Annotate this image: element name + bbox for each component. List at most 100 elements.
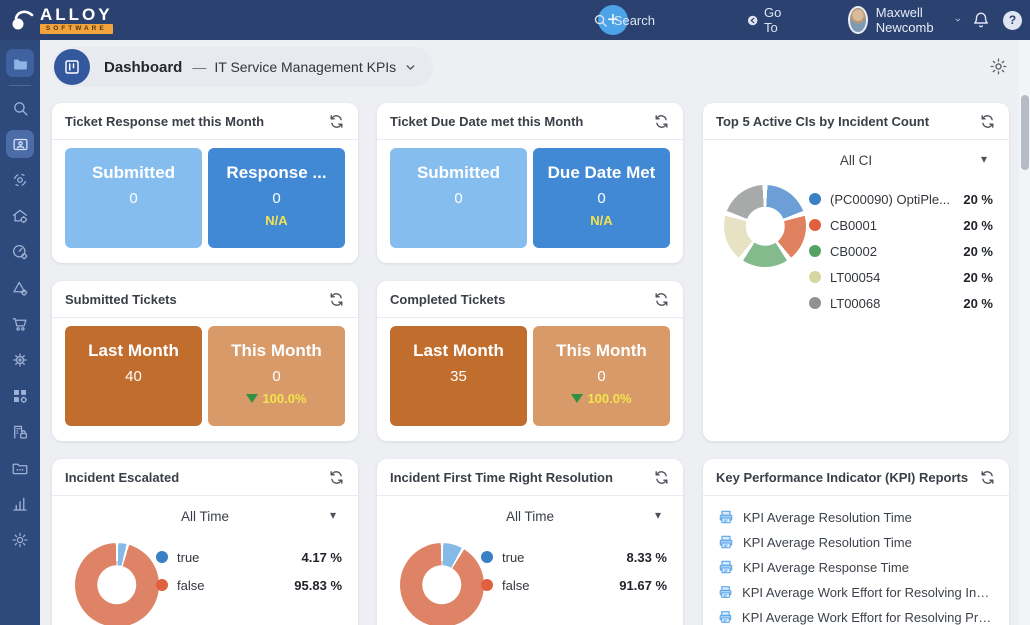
sidebar-item-software-bug[interactable] <box>6 346 34 374</box>
sidebar-item-service-catalog[interactable] <box>6 238 34 266</box>
card-completed-tickets: Completed Tickets Last Month 35 This Mon… <box>377 281 683 441</box>
legend-item: true 4.17 % <box>156 548 342 566</box>
report-icon <box>718 584 733 600</box>
folder-icon <box>12 55 29 72</box>
time-filter-dropdown[interactable]: All Time ▾ <box>377 509 683 524</box>
chevron-down-icon: ▾ <box>981 152 987 166</box>
card-title: Ticket Due Date met this Month <box>390 114 583 129</box>
sidebar-item-documents[interactable] <box>6 49 34 77</box>
card-title: Incident Escalated <box>65 470 179 485</box>
folder-archive-icon <box>11 459 29 477</box>
legend-dot <box>809 271 821 283</box>
report-icon <box>718 559 734 575</box>
sidebar-item-service-desk[interactable] <box>6 130 34 158</box>
refresh-button[interactable] <box>979 113 996 130</box>
building-lock-icon <box>11 423 29 441</box>
bug-icon <box>11 351 29 369</box>
triangle-gear-icon <box>11 279 29 297</box>
legend-dot <box>481 579 493 591</box>
card-title: Top 5 Active CIs by Incident Count <box>716 114 929 129</box>
avatar <box>848 6 868 34</box>
legend-item: LT00054 20 % <box>809 268 993 286</box>
scrollbar-thumb[interactable] <box>1021 95 1029 170</box>
home-gear-icon <box>11 207 29 225</box>
chevron-down-icon: ▾ <box>655 508 661 522</box>
time-filter-dropdown[interactable]: All Time ▾ <box>52 509 358 524</box>
user-menu[interactable]: Maxwell Newcomb <box>848 5 962 35</box>
brand-name: ALLOY <box>40 6 113 23</box>
notifications-button[interactable] <box>972 11 990 29</box>
sidebar-item-asset-management[interactable] <box>6 166 34 194</box>
sidebar-item-search[interactable] <box>6 94 34 122</box>
card-incident-escalated: Incident Escalated All Time ▾ true 4.17 … <box>52 459 358 625</box>
dashboard-selector[interactable]: Dashboard — IT Service Management KPIs <box>52 47 433 87</box>
search-button[interactable]: Search <box>593 13 655 28</box>
card-incident-ftr: Incident First Time Right Resolution All… <box>377 459 683 625</box>
stat-tile-submitted: Submitted 0 <box>390 148 527 248</box>
kpi-report-link[interactable]: KPI Average Work Effort for Resolving Pr… <box>718 608 995 625</box>
search-icon <box>593 13 608 28</box>
dashboard-settings-button[interactable] <box>989 57 1008 76</box>
legend-dot <box>809 219 821 231</box>
sidebar-item-settings[interactable] <box>6 526 34 554</box>
card-top-cis: Top 5 Active CIs by Incident Count All C… <box>703 103 1009 441</box>
chevron-down-icon: ▾ <box>330 508 336 522</box>
card-ticket-response: Ticket Response met this Month Submitted… <box>52 103 358 263</box>
legend-item: (PC00090) OptiPle... 20 % <box>809 190 993 208</box>
stat-tile-submitted: Submitted 0 <box>65 148 202 248</box>
sidebar-item-software-assets[interactable] <box>6 382 34 410</box>
refresh-button[interactable] <box>653 113 670 130</box>
refresh-button[interactable] <box>328 113 345 130</box>
gear-icon <box>989 57 1008 76</box>
kpi-report-link[interactable]: KPI Average Resolution Time <box>718 508 995 526</box>
sidebar-item-reports[interactable] <box>6 490 34 518</box>
top-cis-legend: (PC00090) OptiPle... 20 % CB0001 20 % CB… <box>809 190 993 312</box>
ticket-icon <box>12 136 29 153</box>
refresh-button[interactable] <box>328 291 345 308</box>
brand-sub: SOFTWARE <box>40 24 113 34</box>
kpi-report-link[interactable]: KPI Average Work Effort for Resolving In… <box>718 583 995 601</box>
incident-escalated-donut-chart <box>75 543 159 625</box>
refresh-button[interactable] <box>328 469 345 486</box>
legend-dot <box>156 579 168 591</box>
gear-sync-icon <box>11 171 29 189</box>
decrease-arrow-icon <box>571 394 583 403</box>
incident-ftr-donut-chart <box>400 543 484 625</box>
card-title: Ticket Response met this Month <box>65 114 264 129</box>
topbar: ALLOY SOFTWARE + Search Go To Maxwell Ne… <box>0 0 1030 40</box>
refresh-button[interactable] <box>653 469 670 486</box>
sidebar-item-organization-security[interactable] <box>6 418 34 446</box>
legend-item: false 95.83 % <box>156 576 342 594</box>
title-separator: — <box>192 59 206 75</box>
delta-badge: 100.0% <box>571 391 631 406</box>
kpi-report-link[interactable]: KPI Average Response Time <box>718 558 995 576</box>
kpi-report-link[interactable]: KPI Average Resolution Time <box>718 533 995 551</box>
legend-item: CB0002 20 % <box>809 242 993 260</box>
sidebar-item-infrastructure[interactable] <box>6 202 34 230</box>
ci-filter-dropdown[interactable]: All CI ▾ <box>703 153 1009 168</box>
refresh-button[interactable] <box>653 291 670 308</box>
sidebar-item-change-management[interactable] <box>6 274 34 302</box>
top-cis-donut-chart <box>724 185 806 267</box>
legend-item: LT00068 20 % <box>809 294 993 312</box>
alloy-logo[interactable]: ALLOY SOFTWARE <box>10 6 113 34</box>
stat-tile-due-date-met: Due Date Met 0 N/A <box>533 148 670 248</box>
card-title: Completed Tickets <box>390 292 505 307</box>
na-badge: N/A <box>590 213 612 228</box>
incident-escalated-legend: true 4.17 % false 95.83 % <box>156 548 342 594</box>
incident-ftr-legend: true 8.33 % false 91.67 % <box>481 548 667 594</box>
sidebar-item-projects[interactable] <box>6 454 34 482</box>
sidebar-divider <box>9 85 31 86</box>
goto-button[interactable]: Go To <box>747 5 787 35</box>
alloy-logo-icon <box>10 7 36 33</box>
legend-dot <box>809 245 821 257</box>
refresh-button[interactable] <box>979 469 996 486</box>
legend-dot <box>809 297 821 309</box>
scrollbar-track[interactable] <box>1019 40 1030 625</box>
report-icon <box>718 509 734 525</box>
legend-dot <box>809 193 821 205</box>
help-button[interactable]: ? <box>1003 11 1022 30</box>
dashboard-icon <box>54 49 90 85</box>
sidebar-item-purchasing[interactable] <box>6 310 34 338</box>
delta-badge: 100.0% <box>246 391 306 406</box>
